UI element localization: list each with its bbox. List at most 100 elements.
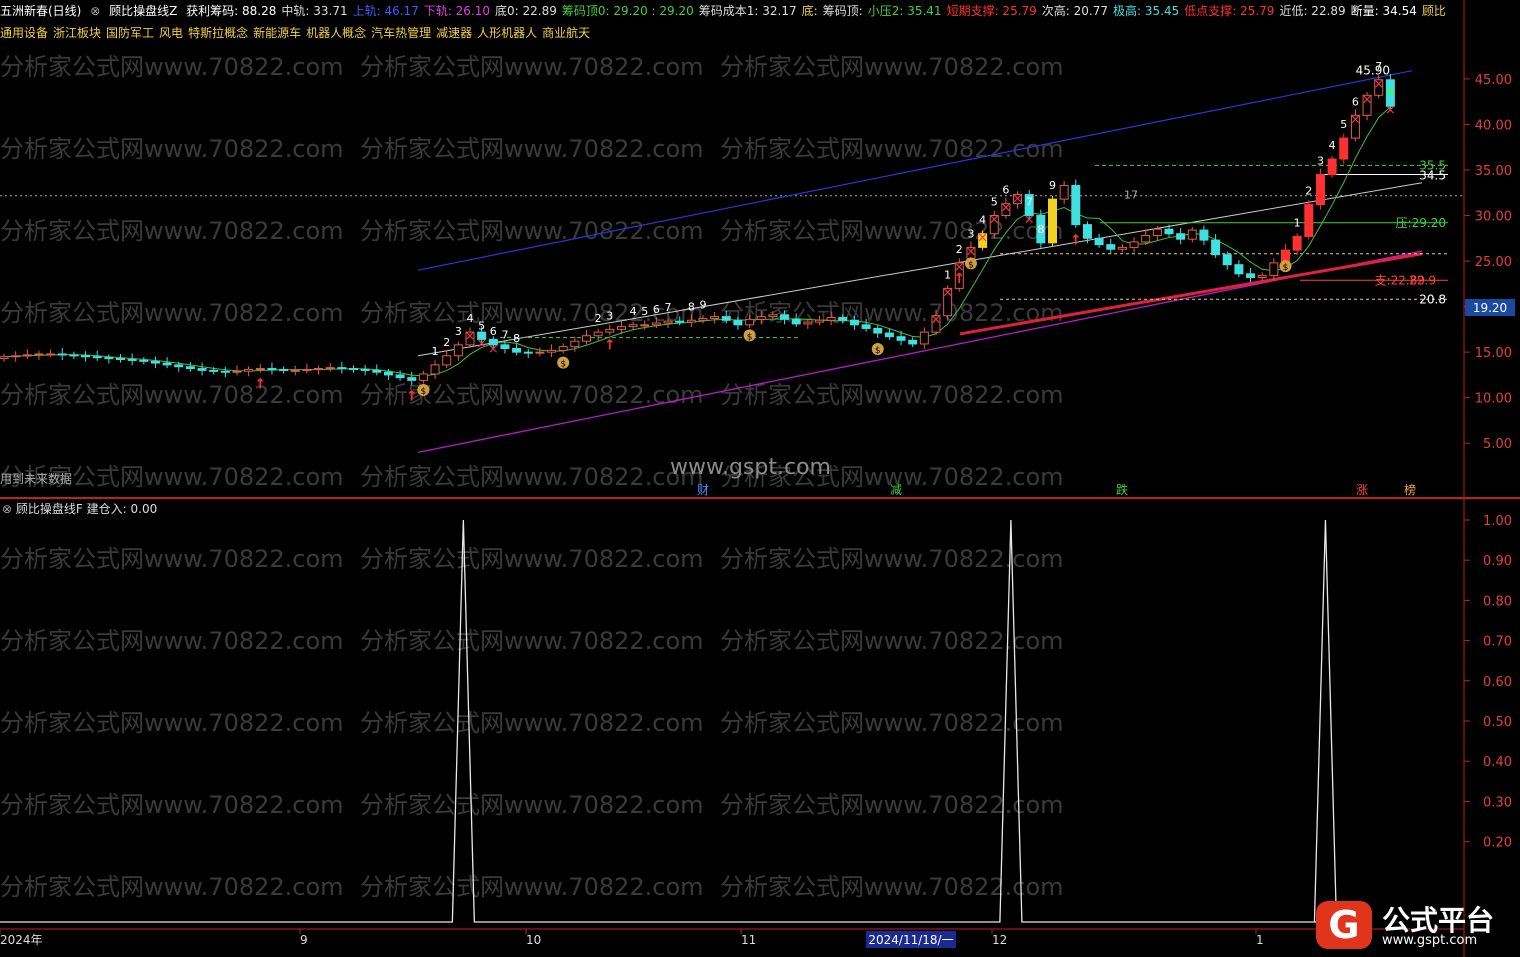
candle-body bbox=[1292, 235, 1302, 251]
candle-body bbox=[873, 327, 883, 334]
event-label: 涨 bbox=[1356, 482, 1368, 497]
sell-x-marker: × bbox=[942, 285, 953, 300]
candle-body bbox=[721, 316, 731, 321]
candle-body bbox=[1211, 239, 1221, 256]
indicator-value-12: 极高: 35.45 bbox=[1113, 4, 1180, 18]
indicator-title[interactable]: 顾比操盘线Z bbox=[109, 4, 177, 18]
candle bbox=[185, 362, 195, 372]
sequence-count: 4 bbox=[467, 312, 474, 325]
candle-body bbox=[0, 356, 9, 360]
candle bbox=[69, 351, 79, 359]
settings-icon[interactable]: ⊗ bbox=[2, 502, 12, 516]
indicator-header: 五洲新春(日线) ⊗ 顾比操盘线Z 获利筹码: 88.28 中轨: 33.71 上轨… bbox=[0, 2, 1462, 20]
stock-title[interactable]: 五洲新春(日线) bbox=[0, 4, 81, 18]
candle-body bbox=[337, 367, 347, 370]
candle bbox=[1106, 238, 1116, 255]
level-label: 34.5 bbox=[1419, 169, 1446, 183]
candle-body bbox=[593, 331, 603, 337]
future-data-note: 用到未来数据 bbox=[0, 472, 73, 486]
concept-tag[interactable]: 国防军工 bbox=[106, 26, 154, 40]
money-bag-glyph: $ bbox=[421, 387, 427, 397]
candle-body bbox=[675, 320, 685, 323]
candle-body bbox=[663, 320, 673, 324]
sell-x-marker: × bbox=[1362, 92, 1373, 107]
settings-icon[interactable]: ⊗ bbox=[90, 4, 100, 18]
candle bbox=[1117, 244, 1127, 253]
indicator-value-6: 筹码成本1: 32.17 bbox=[698, 4, 797, 18]
candle-body bbox=[244, 368, 254, 372]
logo-badge: G bbox=[1316, 901, 1372, 949]
watermark-text: 分析家公式网www.70822.com bbox=[0, 299, 344, 327]
sub-tick-label: 0.40 bbox=[1483, 755, 1512, 770]
last-price-label: 19.20 bbox=[1473, 301, 1507, 315]
candle bbox=[908, 337, 918, 348]
candle-body bbox=[314, 368, 324, 371]
watermark-text: 分析家公式网www.70822.com bbox=[0, 709, 344, 737]
concept-tag[interactable]: 机器人概念 bbox=[306, 26, 366, 40]
sell-x-marker: × bbox=[476, 336, 487, 351]
candle-body bbox=[372, 369, 382, 373]
watermark-text: 分析家公式网www.70822.com bbox=[720, 381, 1064, 409]
watermark-text: 分析家公式网www.70822.com bbox=[720, 873, 1064, 901]
sub-indicator-title[interactable]: 顾比操盘线F bbox=[16, 502, 83, 516]
sell-x-marker: × bbox=[931, 313, 942, 328]
sequence-count: 3 bbox=[455, 325, 462, 338]
indicator-value-7: 底: bbox=[801, 4, 818, 18]
price-tick-label: 25.00 bbox=[1475, 255, 1512, 270]
candle bbox=[535, 347, 545, 357]
watermark-text: 分析家公式网www.70822.com bbox=[360, 53, 704, 81]
candle bbox=[34, 350, 44, 360]
support-trendline bbox=[959, 252, 1423, 336]
candle-body bbox=[768, 314, 778, 318]
concept-tag[interactable]: 减速器 bbox=[436, 26, 472, 40]
sequence-count: 9 bbox=[1049, 179, 1056, 192]
watermark-text: 分析家公式网www.70822.com bbox=[360, 873, 704, 901]
time-axis-label: 2024年 bbox=[0, 933, 43, 947]
sequence-count: 4 bbox=[630, 305, 637, 318]
watermark-text: 分析家公式网www.70822.com bbox=[360, 627, 704, 655]
candle bbox=[197, 362, 207, 376]
sell-x-marker: × bbox=[1012, 192, 1023, 207]
money-bag-glyph: $ bbox=[1283, 263, 1289, 273]
concept-tag[interactable]: 商业航天 bbox=[542, 26, 590, 40]
candle bbox=[1269, 258, 1279, 281]
sequence-count: 8 bbox=[688, 300, 695, 313]
candle bbox=[873, 325, 883, 339]
price-tick-label: 5.00 bbox=[1483, 437, 1512, 452]
watermark-text: 分析家公式网www.70822.com bbox=[720, 217, 1064, 245]
candle bbox=[290, 365, 300, 376]
candle-body bbox=[884, 332, 894, 338]
sell-x-marker: × bbox=[1385, 103, 1396, 118]
candle bbox=[1199, 225, 1209, 246]
sequence-count: 3 bbox=[1317, 155, 1324, 168]
candle-body bbox=[185, 366, 195, 370]
candle bbox=[896, 330, 906, 346]
sub-indicator-header: ⊗ 顾比操盘线F 建仓入: 0.00 bbox=[2, 502, 158, 516]
watermark-text: 分析家公式网www.70822.com bbox=[0, 381, 344, 409]
concept-tag[interactable]: 特斯拉概念 bbox=[188, 26, 248, 40]
indicator-value-10: 短期支撑: 25.79 bbox=[946, 4, 1037, 18]
concept-tag[interactable]: 汽车热管理 bbox=[371, 26, 431, 40]
concept-tag[interactable]: 风电 bbox=[159, 26, 183, 40]
sequence-count: 5 bbox=[991, 196, 998, 209]
candle bbox=[710, 312, 720, 324]
concept-tag[interactable]: 通用设备 bbox=[0, 26, 48, 40]
concept-tag[interactable]: 新能源车 bbox=[253, 26, 301, 40]
level-label: 17 bbox=[1124, 189, 1138, 202]
watermark-text: 分析家公式网www.70822.com bbox=[360, 217, 704, 245]
sub-tick-label: 0.80 bbox=[1483, 594, 1512, 609]
concept-tag[interactable]: 人形机器人 bbox=[477, 26, 537, 40]
indicator-value-0: 获利筹码: 88.28 bbox=[186, 4, 277, 18]
indicator-value-16: 顾比 bbox=[1421, 4, 1446, 18]
candle-body bbox=[651, 322, 661, 326]
watermark-text: 分析家公式网www.70822.com bbox=[360, 791, 704, 819]
candle-body bbox=[197, 368, 207, 371]
concept-tag[interactable]: 浙江板块 bbox=[53, 26, 101, 40]
candle bbox=[593, 328, 603, 341]
candle-body bbox=[558, 346, 568, 351]
sub-tick-label: 0.60 bbox=[1483, 675, 1512, 690]
candle-body bbox=[547, 349, 557, 353]
indicator-value-15: 断量: 34.54 bbox=[1350, 4, 1417, 18]
candle bbox=[314, 365, 324, 375]
sequence-count: 6 bbox=[653, 303, 660, 316]
